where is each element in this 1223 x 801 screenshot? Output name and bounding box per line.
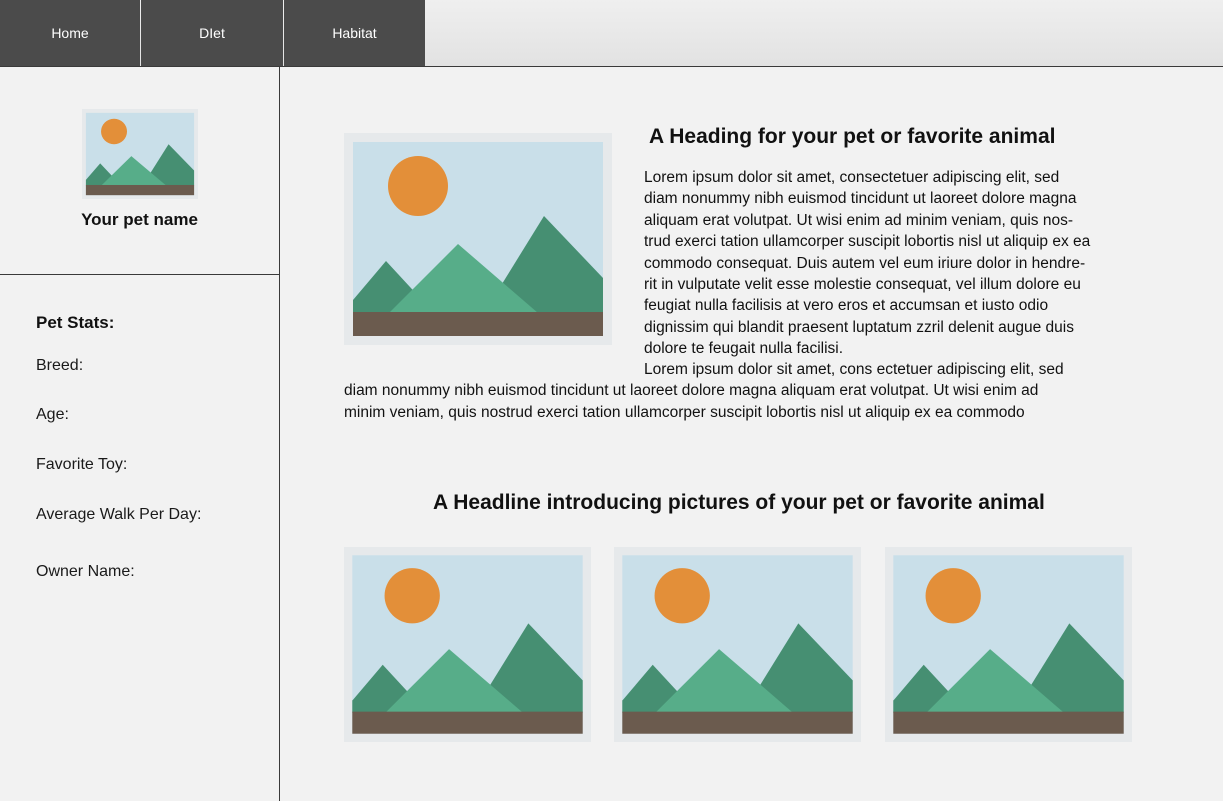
nav-tab-home[interactable]: Home [0,0,140,66]
paragraph-line: dolore te feugait nulla facilisi. [644,340,844,358]
pet-profile: Your pet name [0,67,279,275]
paragraph-line: Lorem ipsum dolor sit amet, cons ectetue… [644,361,1064,378]
paragraph-line: commodo consequat. Duis autem vel eum ir… [644,254,1086,272]
intro-paragraph: Lorem ipsum dolor sit amet, consectetuer… [644,167,1164,360]
second-paragraph: Lorem ipsum dolor sit amet, cons ectetue… [344,359,1164,423]
paragraph-line: feugiat nulla facilisis at vero eros et … [644,297,1049,315]
paragraph-line: trud exerci tation ullamcorper suscipit … [644,233,1091,251]
pet-stats-title: Pet Stats: [36,313,115,332]
gallery-image-icon [885,547,1132,742]
nav-tab-habitat[interactable]: Habitat [284,0,425,66]
gallery-image-icon [614,547,861,742]
pet-name: Your pet name [81,210,198,229]
paragraph-line: diam nonummy nibh euismod tincidunt ut l… [644,190,1077,208]
nav-tab-diet[interactable]: DIet [141,0,283,66]
paragraph-line: dignissim qui blandit praesent luptatum … [644,318,1074,336]
stat-favorite-toy: Favorite Toy: [36,456,128,473]
paragraph-line: rit in vulputate velit esse molestie con… [644,276,1081,294]
pet-avatar-image-icon [82,109,198,199]
stat-age: Age: [36,406,69,423]
hero-image-icon [344,133,612,345]
gallery-heading: A Headline introducing pictures of your … [433,491,1045,514]
paragraph-line: minim veniam, quis nostrud exerci tation… [344,403,1025,421]
gallery-image-icon [344,547,591,742]
page-heading: A Heading for your pet or favorite anima… [649,125,1056,148]
paragraph-line: diam nonummy nibh euismod tincidunt ut l… [344,382,1039,400]
stat-owner-name: Owner Name: [36,563,135,580]
paragraph-line: aliquam erat volutpat. Ut wisi enim ad m… [644,211,1074,229]
top-nav: Home DIet Habitat [0,0,1223,67]
sidebar: Your pet name Pet Stats: Breed: Age: Fav… [0,67,280,801]
stat-breed: Breed: [36,357,84,374]
paragraph-line: Lorem ipsum dolor sit amet, consectetuer… [644,169,1060,186]
